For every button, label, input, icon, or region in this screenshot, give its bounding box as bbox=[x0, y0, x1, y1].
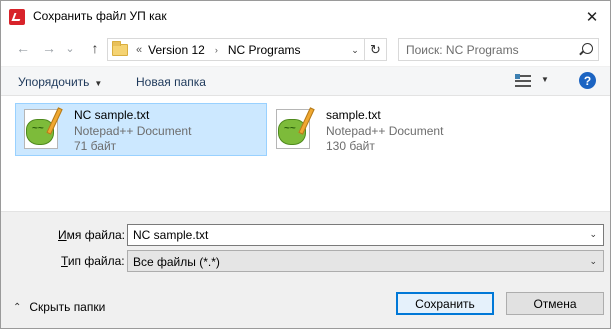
file-size: 130 байт bbox=[326, 139, 375, 153]
address-bar[interactable]: « Version 12 › NC Programs ⌄ ↻ bbox=[107, 38, 387, 61]
breadcrumb-version-12[interactable]: Version 12 bbox=[148, 43, 205, 57]
filetype-label: Тип файла: bbox=[61, 254, 125, 268]
folder-icon bbox=[112, 40, 128, 56]
search-input[interactable] bbox=[399, 39, 569, 60]
breadcrumb-arrow-icon[interactable]: › bbox=[215, 45, 218, 55]
app-logo-icon bbox=[9, 9, 25, 25]
filename-label: Имя файла: bbox=[58, 228, 125, 242]
file-type: Notepad++ Document bbox=[74, 124, 192, 138]
command-bar: Упорядочить ▼ Новая папка ▼ ? bbox=[1, 66, 610, 96]
new-folder-button[interactable]: Новая папка bbox=[136, 75, 206, 89]
search-box[interactable] bbox=[398, 38, 599, 61]
notepad-plus-plus-icon bbox=[274, 107, 320, 153]
filename-field[interactable]: ⌄ bbox=[127, 224, 604, 246]
help-icon[interactable]: ? bbox=[579, 72, 596, 89]
file-item[interactable]: sample.txt Notepad++ Document 130 байт bbox=[267, 103, 519, 156]
organize-label: Упорядочить bbox=[18, 75, 90, 89]
file-name: NC sample.txt bbox=[74, 108, 150, 122]
filetype-dropdown-icon: ⌄ bbox=[589, 256, 597, 266]
save-options-panel: Имя файла: ⌄ Тип файла: Все файлы (*.*) … bbox=[1, 211, 610, 328]
search-icon bbox=[582, 43, 593, 54]
view-options-caret-icon[interactable]: ▼ bbox=[541, 75, 549, 84]
organize-caret-icon: ▼ bbox=[94, 79, 103, 88]
notepad-plus-plus-icon bbox=[22, 107, 68, 153]
forward-arrow-icon[interactable]: → bbox=[39, 38, 59, 58]
chevron-up-icon: ⌃ bbox=[13, 301, 22, 313]
file-name: sample.txt bbox=[326, 108, 381, 122]
filename-input[interactable] bbox=[128, 225, 578, 245]
window-title: Сохранить файл УП как bbox=[33, 9, 167, 23]
hide-folders-label: Скрыть папки bbox=[29, 300, 106, 314]
address-dropdown-icon[interactable]: ⌄ bbox=[348, 42, 362, 58]
save-button[interactable]: Сохранить bbox=[396, 292, 494, 315]
save-dialog: Сохранить файл УП как ✕ ← → ⌄ ↑ « Versio… bbox=[0, 0, 611, 329]
filetype-select[interactable]: Все файлы (*.*) ⌄ bbox=[127, 250, 604, 272]
back-arrow-icon[interactable]: ← bbox=[13, 38, 33, 58]
filename-dropdown-icon[interactable]: ⌄ bbox=[589, 229, 597, 240]
refresh-icon[interactable]: ↻ bbox=[364, 39, 386, 60]
breadcrumb-nc-programs[interactable]: NC Programs bbox=[228, 43, 301, 57]
view-options-icon[interactable] bbox=[515, 74, 531, 88]
close-button[interactable]: ✕ bbox=[574, 1, 610, 32]
title-bar: Сохранить файл УП как ✕ bbox=[1, 1, 610, 32]
file-size: 71 байт bbox=[74, 139, 117, 153]
file-type: Notepad++ Document bbox=[326, 124, 444, 138]
cancel-button[interactable]: Отмена bbox=[506, 292, 604, 315]
file-list: NC sample.txt Notepad++ Document 71 байт… bbox=[1, 96, 610, 211]
recent-locations-icon[interactable]: ⌄ bbox=[63, 38, 77, 58]
navigation-bar: ← → ⌄ ↑ « Version 12 › NC Programs ⌄ ↻ bbox=[1, 32, 610, 66]
hide-folders-button[interactable]: ⌃ Скрыть папки bbox=[13, 300, 105, 314]
filetype-value: Все файлы (*.*) bbox=[133, 255, 220, 269]
breadcrumb-overflow[interactable]: « bbox=[136, 44, 142, 56]
up-folder-icon[interactable]: ↑ bbox=[85, 38, 105, 58]
organize-button[interactable]: Упорядочить ▼ bbox=[18, 75, 102, 89]
file-item[interactable]: NC sample.txt Notepad++ Document 71 байт bbox=[15, 103, 267, 156]
